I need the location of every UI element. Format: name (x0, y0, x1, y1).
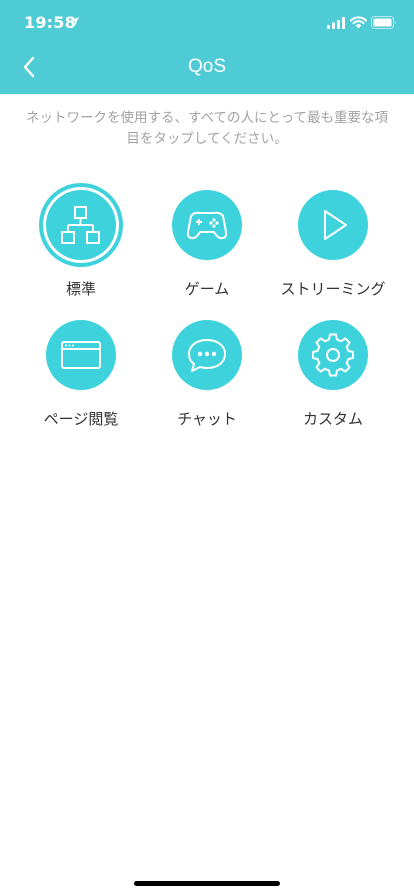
option-standard-circle (46, 190, 116, 260)
network-icon (61, 206, 100, 244)
option-custom[interactable]: カスタム (264, 320, 402, 440)
chat-bubble-icon (188, 339, 226, 372)
status-bar: 19:58 (0, 0, 414, 44)
wifi-icon (350, 16, 367, 29)
cellular-signal-icon (327, 17, 345, 29)
battery-icon (371, 16, 396, 29)
instruction-text: ネットワークを使用する、すべての人にとって最も重要な項目をタップしてください。 (26, 110, 388, 147)
home-indicator (134, 881, 280, 886)
option-streaming-circle (298, 190, 368, 260)
play-icon (324, 210, 347, 240)
option-custom-label: カスタム (302, 410, 363, 428)
gamepad-icon (186, 211, 228, 240)
gear-icon (312, 333, 354, 377)
browser-icon (61, 341, 101, 369)
option-chat-circle (172, 320, 242, 390)
option-custom-circle (298, 320, 368, 390)
page-title: QoS (187, 56, 227, 77)
option-page-browsing-circle (46, 320, 116, 390)
option-game-circle (172, 190, 242, 260)
location-arrow-icon (70, 17, 79, 26)
header-bar: 19:58 QoS (0, 0, 414, 94)
option-streaming-label: ストリーミング (280, 280, 386, 298)
option-streaming[interactable]: ストリーミング (264, 190, 402, 310)
